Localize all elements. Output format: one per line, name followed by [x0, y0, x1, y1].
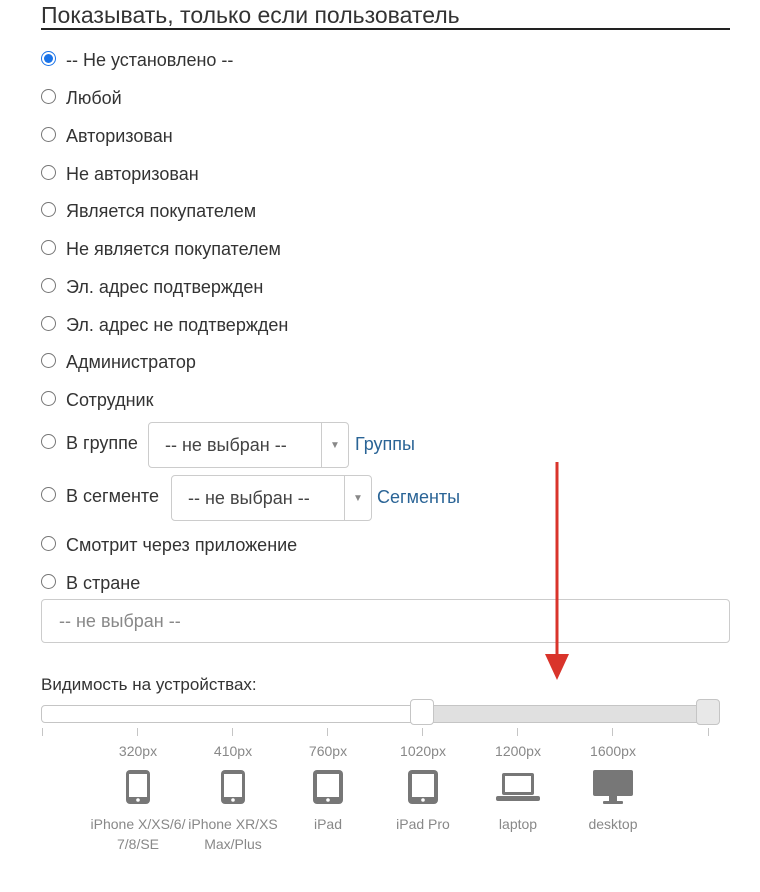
tablet-icon	[280, 760, 376, 814]
radio-label: Сотрудник	[66, 389, 154, 410]
radio-option-in-country[interactable]: В стране	[41, 571, 140, 595]
dropdown-arrow-icon[interactable]: ▼	[321, 423, 348, 467]
device-range-slider[interactable]	[41, 705, 720, 723]
radio-option-not-set[interactable]: -- Не установлено --	[41, 48, 233, 72]
radio-button[interactable]	[41, 535, 56, 551]
group-select-value: -- не выбран --	[165, 434, 287, 455]
device-width: 1020px	[400, 743, 446, 759]
device-name: laptop	[498, 816, 538, 832]
slider-handle-min[interactable]	[410, 699, 434, 725]
segment-select-value: -- не выбран --	[188, 487, 310, 508]
radio-button[interactable]	[41, 239, 56, 255]
slider-tick	[42, 728, 43, 736]
segments-link[interactable]: Сегменты	[377, 485, 460, 509]
radio-label: В стране	[66, 572, 141, 593]
radio-option-is-customer[interactable]: Является покупателем	[41, 199, 256, 223]
radio-option-email-confirmed[interactable]: Эл. адрес подтвержден	[41, 275, 263, 299]
groups-link[interactable]: Группы	[355, 432, 415, 456]
slider-tick	[517, 728, 518, 736]
section-title: Показывать, только если пользователь	[41, 0, 730, 30]
device-width: 1200px	[495, 743, 541, 759]
slider-tick	[422, 728, 423, 736]
group-select[interactable]: -- не выбран -- ▼	[148, 422, 349, 468]
device-name: desktop	[588, 816, 638, 832]
device-name: iPad	[313, 816, 343, 832]
radio-label: В сегменте	[66, 485, 159, 506]
radio-label: Авторизован	[66, 125, 173, 146]
slider-tick	[232, 728, 233, 736]
radio-button[interactable]	[41, 486, 56, 502]
device-width: 1600px	[590, 743, 636, 759]
radio-label: Не авторизован	[66, 163, 199, 184]
slider-tick	[708, 728, 709, 736]
device-name: iPhone X/XS/6/ 7/8/SE	[90, 816, 186, 852]
slider-tick	[327, 728, 328, 736]
device-name: iPad Pro	[396, 816, 450, 832]
radio-label: Эл. адрес не подтвержден	[66, 314, 289, 335]
radio-option-in-segment[interactable]: В сегменте	[41, 484, 159, 508]
slider-handle-max[interactable]	[696, 699, 720, 725]
radio-label: -- Не установлено --	[66, 49, 234, 70]
radio-button-checked[interactable]	[41, 50, 56, 66]
device-ipad-pro: 1020px iPad Pro	[375, 742, 471, 834]
radio-option-authorized[interactable]: Авторизован	[41, 124, 173, 148]
device-width: 320px	[118, 743, 158, 759]
radio-button[interactable]	[41, 390, 56, 406]
radio-button[interactable]	[41, 352, 56, 368]
device-name: iPhone XR/XS Max/Plus	[188, 816, 278, 852]
slider-selected-range	[423, 706, 705, 722]
device-iphone-small: 320px iPhone X/XS/6/ 7/8/SE	[90, 742, 186, 854]
slider-tick	[137, 728, 138, 736]
device-width: 410px	[213, 743, 253, 759]
radio-option-not-customer[interactable]: Не является покупателем	[41, 237, 281, 261]
country-select-placeholder: -- не выбран --	[59, 610, 181, 631]
radio-option-via-app[interactable]: Смотрит через приложение	[41, 533, 297, 557]
country-select[interactable]: -- не выбран --	[41, 599, 730, 643]
radio-button[interactable]	[41, 433, 56, 449]
radio-button[interactable]	[41, 201, 56, 217]
radio-label: Смотрит через приложение	[66, 534, 298, 555]
radio-option-in-group[interactable]: В группе	[41, 431, 138, 455]
radio-label: Является покупателем	[66, 200, 257, 221]
segment-select[interactable]: -- не выбран -- ▼	[171, 475, 372, 521]
radio-option-any[interactable]: Любой	[41, 86, 122, 110]
slider-tick	[612, 728, 613, 736]
radio-button[interactable]	[41, 126, 56, 142]
radio-option-administrator[interactable]: Администратор	[41, 350, 196, 374]
radio-button[interactable]	[41, 315, 56, 331]
radio-label: Администратор	[66, 351, 196, 372]
phone-icon	[185, 760, 281, 814]
radio-button[interactable]	[41, 573, 56, 589]
radio-label: Эл. адрес подтвержден	[66, 276, 264, 297]
radio-label: Любой	[66, 87, 122, 108]
radio-label: Не является покупателем	[66, 238, 281, 259]
radio-button[interactable]	[41, 277, 56, 293]
laptop-icon	[470, 760, 566, 814]
device-laptop: 1200px laptop	[470, 742, 566, 834]
desktop-icon	[565, 760, 661, 814]
radio-option-email-not-confirmed[interactable]: Эл. адрес не подтвержден	[41, 313, 288, 337]
device-width: 760px	[308, 743, 348, 759]
annotation-arrow-icon	[545, 462, 569, 680]
device-iphone-large: 410px iPhone XR/XS Max/Plus	[185, 742, 281, 854]
radio-label: В группе	[66, 432, 138, 453]
device-ipad: 760px iPad	[280, 742, 376, 834]
tablet-icon	[375, 760, 471, 814]
radio-option-not-authorized[interactable]: Не авторизован	[41, 162, 199, 186]
radio-button[interactable]	[41, 164, 56, 180]
radio-button[interactable]	[41, 88, 56, 104]
phone-icon	[90, 760, 186, 814]
device-desktop: 1600px desktop	[565, 742, 661, 834]
radio-option-employee[interactable]: Сотрудник	[41, 388, 153, 412]
dropdown-arrow-icon[interactable]: ▼	[344, 476, 371, 520]
devices-visibility-label: Видимость на устройствах:	[41, 675, 257, 694]
